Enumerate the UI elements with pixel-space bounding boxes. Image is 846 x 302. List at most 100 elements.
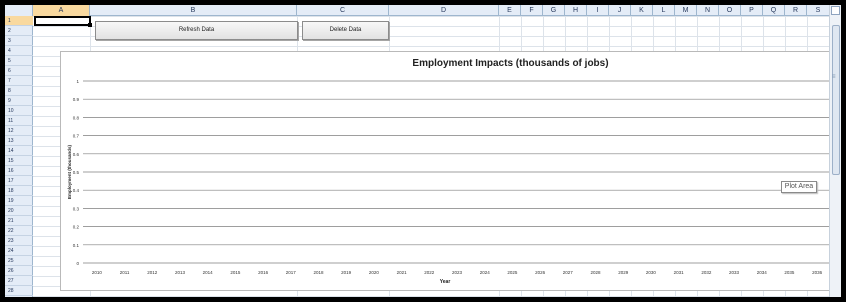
column-header-a[interactable]: A: [33, 5, 90, 16]
delete-data-button[interactable]: Delete Data: [302, 21, 389, 40]
x-tick-label: 2030: [646, 270, 657, 275]
x-tick-label: 2035: [784, 270, 795, 275]
x-tick-label: 2028: [591, 270, 602, 275]
y-tick-label: 0.9: [73, 97, 80, 102]
y-tick-label: 0.8: [73, 115, 80, 120]
column-header-d[interactable]: D: [389, 5, 499, 16]
row-header-26[interactable]: 26: [5, 266, 33, 276]
y-tick-label: 0.5: [73, 170, 80, 175]
row-header-25[interactable]: 25: [5, 256, 33, 266]
y-tick-label: 0.2: [73, 225, 80, 230]
column-header-j[interactable]: J: [609, 5, 631, 16]
column-header-o[interactable]: O: [719, 5, 741, 16]
x-tick-label: 2014: [203, 270, 214, 275]
y-tick-label: 0.7: [73, 134, 80, 139]
x-tick-label: 2032: [701, 270, 712, 275]
row-header-13[interactable]: 13: [5, 136, 33, 146]
x-tick-label: 2027: [563, 270, 574, 275]
column-header-p[interactable]: P: [741, 5, 763, 16]
x-tick-label: 2011: [120, 270, 130, 275]
x-tick-label: 2019: [341, 270, 352, 275]
row-header-4[interactable]: 4: [5, 46, 33, 56]
row-header-10[interactable]: 10: [5, 106, 33, 116]
x-tick-label: 2026: [535, 270, 546, 275]
x-tick-label: 2033: [729, 270, 740, 275]
column-header-m[interactable]: M: [675, 5, 697, 16]
x-tick-label: 2017: [286, 270, 297, 275]
row-header-20[interactable]: 20: [5, 206, 33, 216]
row-header-7[interactable]: 7: [5, 76, 33, 86]
row-header-21[interactable]: 21: [5, 216, 33, 226]
row-header-column: 1 2 3 4 5 6 7 8 9 10 11 12 13 14 15 16 17 18 19 20 21 22 23 24 2…: [5, 16, 33, 297]
split-box[interactable]: [831, 6, 840, 15]
x-tick-label: 2025: [507, 270, 518, 275]
x-tick-label: 2016: [258, 270, 269, 275]
y-tick-label: 0.4: [73, 188, 80, 193]
row-header-5[interactable]: 5: [5, 56, 33, 66]
x-tick-label: 2022: [424, 270, 435, 275]
employment-chart[interactable]: Employment Impacts (thousands of jobs) 0…: [60, 51, 841, 291]
y-tick-label: 0.1: [73, 243, 80, 248]
refresh-data-button[interactable]: Refresh Data: [95, 21, 298, 40]
chart-canvas: 0 0.1 0.2 0.3 0.4 0.5 0.6 0.7 0.8 0.9 1 2010 2011 201…: [67, 79, 831, 285]
x-tick-label: 2031: [674, 270, 685, 275]
row-header-18[interactable]: 18: [5, 186, 33, 196]
column-header-q[interactable]: Q: [763, 5, 785, 16]
x-tick-label: 2012: [147, 270, 158, 275]
row-header-22[interactable]: 22: [5, 226, 33, 236]
column-header-b[interactable]: B: [90, 5, 297, 16]
row-header-8[interactable]: 8: [5, 86, 33, 96]
active-cell-a1[interactable]: [34, 16, 91, 26]
y-axis-label: Employment (thousands): [67, 145, 72, 200]
row-header-9[interactable]: 9: [5, 96, 33, 106]
x-tick-label: 2013: [175, 270, 186, 275]
excel-window: ABCDEFGHIJKLMNOPQRS 1 2 3 4 5 6 7 8 9 10 11 12 13 14 1…: [5, 5, 841, 297]
column-header-e[interactable]: E: [499, 5, 521, 16]
row-header-15[interactable]: 15: [5, 156, 33, 166]
plot-area-tooltip: Plot Area: [781, 181, 817, 193]
column-header-l[interactable]: L: [653, 5, 675, 16]
row-header-23[interactable]: 23: [5, 236, 33, 246]
row-header-28[interactable]: 28: [5, 286, 33, 296]
fill-handle[interactable]: [88, 23, 92, 27]
row-header-12[interactable]: 12: [5, 126, 33, 136]
row-header-6[interactable]: 6: [5, 66, 33, 76]
x-tick-label: 2018: [313, 270, 324, 275]
x-tick-label: 2010: [92, 270, 103, 275]
column-header-s[interactable]: S: [807, 5, 830, 16]
row-header-19[interactable]: 19: [5, 196, 33, 206]
column-header-f[interactable]: F: [521, 5, 543, 16]
x-tick-label: 2023: [452, 270, 463, 275]
row-header-24[interactable]: 24: [5, 246, 33, 256]
column-header-i[interactable]: I: [587, 5, 609, 16]
column-header-n[interactable]: N: [697, 5, 719, 16]
y-tick-label: 0.3: [73, 206, 80, 211]
column-header-g[interactable]: G: [543, 5, 565, 16]
row-header-17[interactable]: 17: [5, 176, 33, 186]
y-tick-label: 0.6: [73, 152, 80, 157]
x-tick-label: 2036: [812, 270, 823, 275]
column-header-c[interactable]: C: [297, 5, 389, 16]
row-header-16[interactable]: 16: [5, 166, 33, 176]
x-tick-label: 2015: [230, 270, 241, 275]
column-header-row: ABCDEFGHIJKLMNOPQRS: [5, 5, 841, 16]
x-tick-label: 2029: [618, 270, 629, 275]
y-tick-label: 1: [76, 79, 79, 84]
row-header-3[interactable]: 3: [5, 36, 33, 46]
row-header-11[interactable]: 11: [5, 116, 33, 126]
x-axis-label: Year: [440, 279, 451, 285]
row-header-1[interactable]: 1: [5, 16, 33, 26]
scroll-thumb[interactable]: [832, 25, 840, 175]
column-header-r[interactable]: R: [785, 5, 807, 16]
x-tick-label: 2024: [480, 270, 491, 275]
column-header-k[interactable]: K: [631, 5, 653, 16]
x-tick-label: 2021: [397, 270, 408, 275]
column-header-h[interactable]: H: [565, 5, 587, 16]
row-header-2[interactable]: 2: [5, 26, 33, 36]
select-all-corner[interactable]: [5, 5, 33, 16]
row-header-14[interactable]: 14: [5, 146, 33, 156]
row-header-27[interactable]: 27: [5, 276, 33, 286]
grip-icon: ≡: [832, 74, 836, 80]
vertical-scrollbar[interactable]: ≡: [829, 5, 841, 297]
x-tick-label: 2020: [369, 270, 380, 275]
